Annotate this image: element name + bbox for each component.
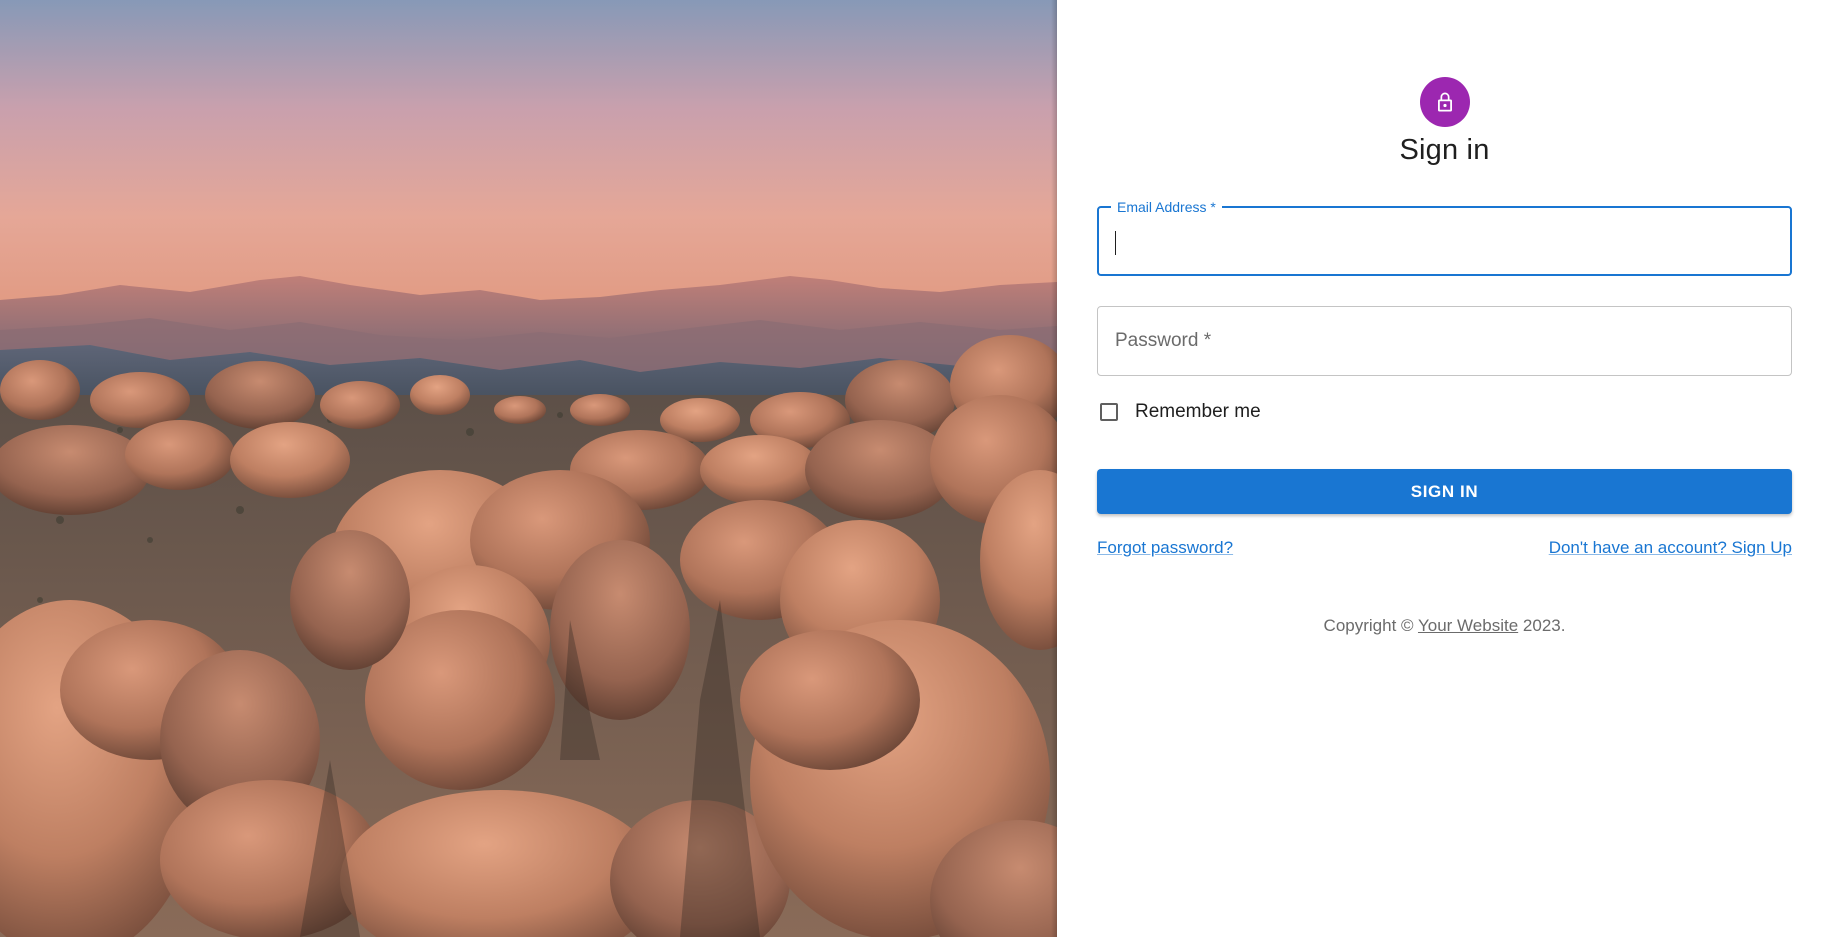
email-input[interactable] [1115,226,1765,258]
password-field[interactable]: Password * [1097,306,1792,376]
remember-checkbox[interactable] [1100,403,1118,421]
password-input[interactable] [1114,325,1764,357]
sign-in-button[interactable]: SIGN IN [1097,469,1792,514]
email-field[interactable]: Email Address * [1097,198,1792,276]
text-caret [1115,231,1116,255]
hero-image [0,0,1057,937]
page-title: Sign in [1399,134,1490,166]
forgot-password-link[interactable]: Forgot password? [1097,538,1233,558]
copyright-suffix: 2023. [1522,616,1566,635]
copyright: Copyright © Your Website 2023. [1097,616,1792,636]
sign-in-panel: Sign in Email Address * Password * Remem… [1057,0,1830,937]
lock-avatar [1420,77,1470,127]
copyright-prefix: Copyright © [1323,616,1414,635]
sign-up-link[interactable]: Don't have an account? Sign Up [1549,538,1792,558]
website-link[interactable]: Your Website [1418,616,1518,635]
remember-label: Remember me [1135,401,1261,422]
lock-icon [1438,92,1452,112]
remember-me[interactable]: Remember me [1097,397,1261,427]
email-label: Email Address * [1111,198,1222,216]
sign-in-page: Sign in Email Address * Password * Remem… [0,0,1830,937]
